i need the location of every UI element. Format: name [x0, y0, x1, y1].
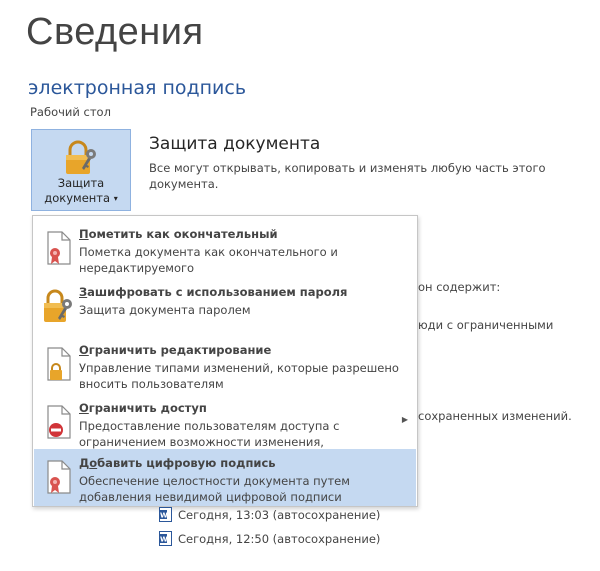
menu-item-access-key: о — [89, 456, 98, 470]
lock-key-icon — [66, 140, 96, 174]
lock-key-icon — [44, 289, 72, 322]
inspect-section-fragment: он содержит: — [418, 280, 501, 294]
people-fragment: юди с ограниченными — [418, 318, 554, 332]
menu-item-description: Обеспечение целостности документа путем … — [79, 474, 350, 504]
menu-item-title-part: бавить цифровую подпись — [97, 456, 276, 470]
menu-item-access-key: О — [79, 343, 89, 357]
word-document-icon: W — [159, 507, 172, 522]
menu-item-encrypt-password[interactable]: Зашифровать с использованием пароля Защи… — [34, 278, 416, 335]
menu-item-title-part: граничить доступ — [88, 401, 207, 415]
version-item[interactable]: W Сегодня, 13:03 (автосохранение) — [159, 507, 380, 523]
protection-heading: Защита документа — [149, 134, 321, 154]
menu-item-access-key: П — [79, 227, 89, 241]
menu-item-title-part: ометить как окончательный — [88, 227, 278, 241]
version-item[interactable]: W Сегодня, 12:50 (автосохранение) — [159, 531, 380, 547]
menu-item-title-part: Д — [79, 456, 90, 470]
menu-item-restrict-editing[interactable]: Ограничить редактирование Управление тип… — [34, 336, 416, 393]
menu-item-description: Управление типами изменений, которые раз… — [79, 361, 399, 391]
version-label: Сегодня, 13:03 (автосохранение) — [178, 508, 381, 522]
version-label: Сегодня, 12:50 (автосохранение) — [178, 532, 381, 546]
svg-text:W: W — [160, 512, 168, 520]
menu-item-add-digital-signature[interactable]: Добавить цифровую подпись Обеспечение це… — [34, 449, 416, 506]
menu-item-description: Защита документа паролем — [79, 303, 251, 317]
page-title: Сведения — [26, 11, 204, 53]
menu-item-description: Пометка документа как окончательного и н… — [79, 245, 338, 275]
menu-item-mark-as-final[interactable]: Пометить как окончательный Пометка докум… — [34, 220, 416, 277]
menu-item-access-key: О — [79, 401, 89, 415]
menu-item-access-key: З — [79, 285, 88, 299]
svg-text:W: W — [160, 536, 168, 544]
document-lock-icon — [47, 347, 71, 381]
word-document-icon: W — [159, 531, 172, 546]
document-restricted-icon — [47, 405, 71, 439]
unsaved-fragment: сохраненных изменений. — [418, 409, 572, 423]
document-location[interactable]: Рабочий стол — [30, 104, 111, 120]
protect-document-button[interactable]: Защита документа ▾ — [31, 129, 131, 211]
protect-button-label-line1: Защита — [57, 176, 105, 190]
menu-item-title-part: ашифровать с использованием пароля — [87, 285, 348, 299]
menu-item-restrict-access[interactable]: Ограничить доступ Предоставление пользов… — [34, 394, 416, 465]
menu-item-title-part: граничить редактирование — [88, 343, 272, 357]
protect-button-label-line2: документа — [44, 191, 111, 205]
protection-description: Все могут открывать, копировать и изменя… — [149, 161, 546, 191]
chevron-down-icon: ▾ — [113, 194, 118, 203]
document-signature-icon — [47, 460, 71, 494]
document-ribbon-icon — [47, 231, 71, 265]
protect-document-menu: Пометить как окончательный Пометка докум… — [32, 215, 418, 507]
chevron-right-icon: ▶ — [401, 415, 408, 424]
document-name: электронная подпись — [28, 77, 247, 99]
